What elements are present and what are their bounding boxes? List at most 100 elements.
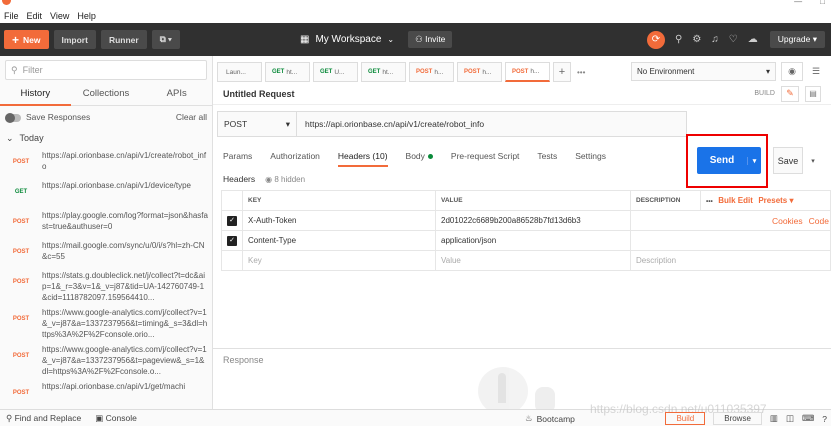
new-button[interactable]: + New <box>4 30 49 49</box>
filter-input[interactable]: ⚲ Filter <box>5 60 207 80</box>
request-tab[interactable]: POST h... <box>505 62 550 82</box>
gear-icon[interactable]: ⚙ <box>692 34 701 45</box>
history-list: POST https://api.orionbase.cn/api/v1/crea… <box>0 148 212 409</box>
headers-label: Headers <box>223 174 256 184</box>
tab-headers[interactable]: Headers (10) <box>337 151 388 167</box>
browse-mode-button[interactable]: Browse <box>713 412 762 425</box>
request-tab[interactable]: POST h... <box>457 62 502 82</box>
request-tab[interactable]: GET ht... <box>361 62 406 82</box>
comment-icon[interactable]: ▤ <box>805 85 821 102</box>
request-title[interactable]: Untitled Request <box>223 89 295 99</box>
help-icon[interactable]: ? <box>822 414 827 424</box>
url-input[interactable]: https://api.orionbase.cn/api/v1/create/r… <box>297 111 687 137</box>
build-mode-button[interactable]: Build <box>665 412 706 425</box>
invite-button[interactable]: ⚇ Invite <box>408 31 453 48</box>
hidden-headers-toggle[interactable]: ◉ 8 hidden <box>265 175 305 184</box>
clear-all-button[interactable]: Clear all <box>176 112 207 122</box>
list-item[interactable]: POST https://api.orionbase.cn/api/v1/get/… <box>0 379 212 409</box>
tab-prerequest[interactable]: Pre-request Script <box>451 151 520 161</box>
bell-icon[interactable]: ♫ <box>711 34 719 45</box>
tab-body[interactable]: Body <box>406 151 433 161</box>
list-item[interactable]: POST https://api.orionbase.cn/api/v1/crea… <box>0 148 212 178</box>
save-dropdown-icon[interactable]: ▾ <box>805 147 821 174</box>
save-button[interactable]: Save <box>773 147 803 174</box>
tab-settings[interactable]: Settings <box>575 151 606 161</box>
eye-icon[interactable]: ◉ <box>781 62 803 81</box>
bulk-edit-link[interactable]: Bulk Edit <box>718 196 753 205</box>
tab-collections[interactable]: Collections <box>71 84 142 106</box>
astronaut-illustration <box>535 387 555 409</box>
header-key[interactable]: Content-Type <box>242 230 436 251</box>
code-link[interactable]: Code <box>809 216 829 226</box>
row-checkbox[interactable]: ✓ <box>227 216 237 226</box>
tab-params[interactable]: Params <box>223 151 252 161</box>
tab-apis[interactable]: APIs <box>141 84 212 106</box>
header-description[interactable] <box>630 230 831 251</box>
save-responses-toggle[interactable] <box>5 112 21 123</box>
list-item[interactable]: POST https://stats.g.doubleclick.net/j/co… <box>0 268 212 305</box>
runner-button[interactable]: Runner <box>100 30 147 49</box>
col-value: VALUE <box>435 190 631 211</box>
console-button[interactable]: ▣ Console <box>95 413 137 424</box>
request-tab[interactable]: GET U... <box>313 62 358 82</box>
tab-history[interactable]: History <box>0 84 71 106</box>
menu-file[interactable]: File <box>4 11 19 21</box>
bootcamp-icon: ♨ <box>525 413 533 423</box>
keyboard-icon[interactable]: ⌨ <box>802 413 814 424</box>
menu-view[interactable]: View <box>50 11 69 21</box>
heart-icon[interactable]: ♡ <box>729 34 738 45</box>
window-controls[interactable]: — □ <box>794 0 825 6</box>
presets-dropdown[interactable]: Presets ▾ <box>758 196 793 205</box>
send-button[interactable]: Send ▾ <box>697 147 761 174</box>
value-placeholder[interactable]: Value <box>435 250 631 271</box>
list-item[interactable]: GET https://api.orionbase.cn/api/v1/devic… <box>0 178 212 208</box>
table-row: ✓ Content-Type application/json <box>221 230 831 251</box>
menu-bar: File Edit View Help <box>0 9 831 23</box>
send-dropdown-icon[interactable]: ▾ <box>747 156 761 165</box>
header-value[interactable]: 2d01022c6689b200a86528b7fd13d6b3 <box>435 210 631 231</box>
tab-tests[interactable]: Tests <box>537 151 557 161</box>
sync-icon[interactable]: ⟳ <box>646 30 665 49</box>
headers-table: KEY VALUE DESCRIPTION ••• Bulk Edit Pres… <box>221 190 831 271</box>
request-tab[interactable]: GET ht... <box>265 62 310 82</box>
workspace-selector[interactable]: ▦ My Workspace ⌄ ⚇ Invite <box>300 30 453 49</box>
environment-selector[interactable]: No Environment ▾ <box>631 62 776 81</box>
maximize-icon[interactable]: □ <box>820 0 825 6</box>
list-item[interactable]: POST https://mail.google.com/sync/u/0/i/s… <box>0 238 212 268</box>
minimize-icon[interactable]: — <box>794 0 802 6</box>
tab-method: POST <box>464 69 481 75</box>
more-icon[interactable]: ••• <box>706 198 713 205</box>
menu-help[interactable]: Help <box>77 11 96 21</box>
list-item[interactable]: POST https://www.google-analytics.com/j/c… <box>0 305 212 342</box>
new-tab-button[interactable]: + <box>553 62 571 82</box>
today-group[interactable]: ⌄ Today <box>0 128 212 148</box>
list-item[interactable]: POST https://play.google.com/log?format=j… <box>0 208 212 238</box>
upgrade-button[interactable]: Upgrade ▾ <box>769 31 825 48</box>
sidebar: ⚲ Filter History Collections APIs Save R… <box>0 56 213 409</box>
request-tab[interactable]: POST h... <box>409 62 454 82</box>
satellite-icon[interactable]: ⚲ <box>675 34 682 45</box>
request-tab[interactable]: Laun... <box>217 62 262 82</box>
row-checkbox[interactable]: ✓ <box>227 236 237 246</box>
history-url: https://www.google-analytics.com/j/colle… <box>42 345 207 376</box>
bootcamp-button[interactable]: ♨ Bootcamp <box>525 410 575 427</box>
import-button[interactable]: Import <box>53 30 96 49</box>
list-item[interactable]: POST https://www.google-analytics.com/j/c… <box>0 342 212 379</box>
find-replace-button[interactable]: ⚲ Find and Replace <box>6 413 81 424</box>
cookies-link[interactable]: Cookies <box>772 216 803 226</box>
method-badge: POST <box>12 390 30 396</box>
sliders-icon[interactable]: ☰ <box>807 62 825 81</box>
key-placeholder[interactable]: Key <box>242 250 436 271</box>
new-window-button[interactable]: ⧉ ▾ <box>151 30 180 49</box>
description-placeholder[interactable]: Description <box>630 250 831 271</box>
menu-edit[interactable]: Edit <box>27 11 43 21</box>
method-select[interactable]: POST ▾ <box>217 111 297 137</box>
edit-icon[interactable]: ✎ <box>781 85 799 102</box>
more-tabs-icon[interactable]: ••• <box>577 68 585 77</box>
split-icon[interactable]: ◫ <box>786 413 794 424</box>
header-key[interactable]: X-Auth-Token <box>242 210 436 231</box>
header-value[interactable]: application/json <box>435 230 631 251</box>
cloud-icon[interactable]: ☁ <box>748 34 758 45</box>
layout-icon[interactable]: ▥ <box>770 413 778 424</box>
tab-authorization[interactable]: Authorization <box>270 151 320 161</box>
